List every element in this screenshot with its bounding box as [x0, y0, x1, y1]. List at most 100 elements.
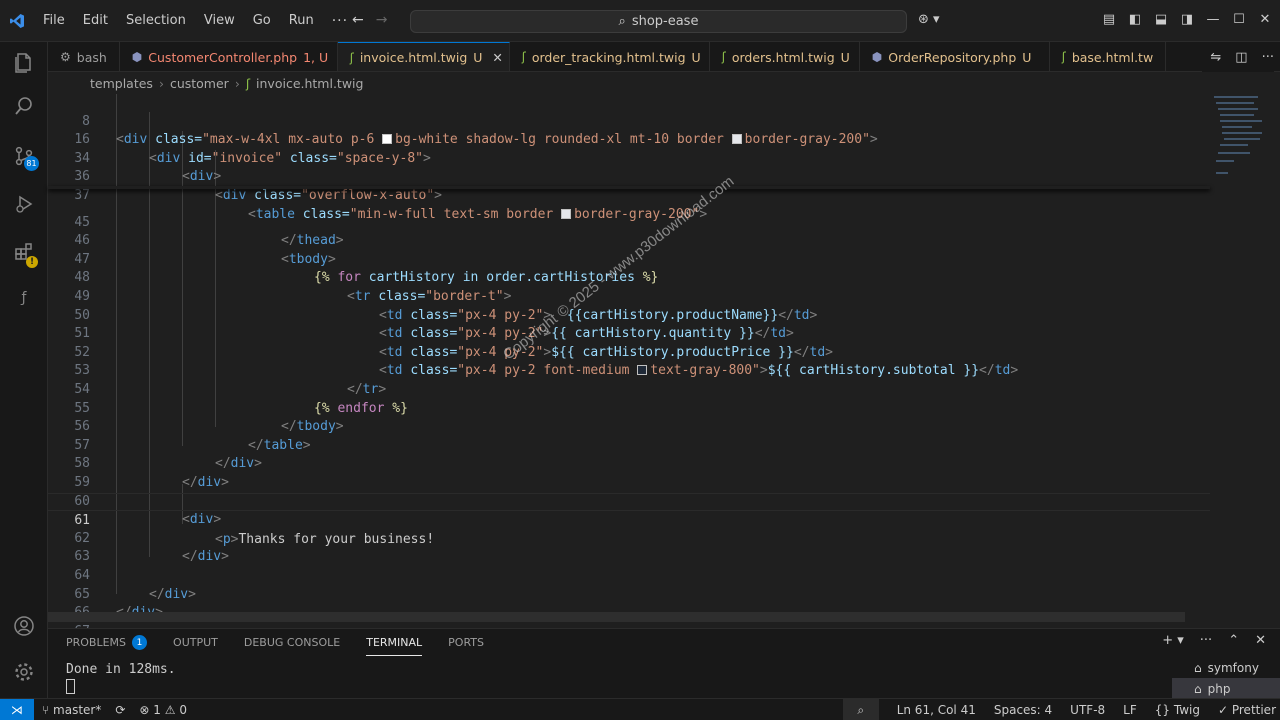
tab-bash[interactable]: ⚙ bash — [48, 42, 120, 71]
run-debug-icon[interactable] — [0, 184, 48, 224]
more-actions-icon[interactable]: ··· — [1262, 50, 1274, 65]
source-control-icon[interactable]: 81 — [0, 136, 48, 176]
braces-icon: {} — [1154, 703, 1171, 717]
tab-terminal[interactable]: TERMINAL — [366, 633, 423, 656]
back-arrow-icon[interactable]: ← — [352, 12, 364, 28]
code-editor[interactable]: 8 <div class="max-w-4xl mx-auto p-6 bg-w… — [48, 94, 1210, 657]
minimap[interactable] — [1210, 94, 1270, 194]
twig-icon: ʃ — [349, 50, 354, 65]
terminal-item-php[interactable]: ⌂ php — [1172, 678, 1280, 699]
twig-icon: ʃ — [245, 75, 251, 91]
minimap-line — [1216, 172, 1228, 174]
maximize-panel-icon[interactable]: ⌃ — [1228, 633, 1239, 648]
tab-debug-console[interactable]: DEBUG CONSOLE — [244, 633, 340, 656]
terminal-item-symfony[interactable]: ⌂ symfony — [1172, 657, 1280, 678]
toggle-panel-icon[interactable]: ⬓ — [1154, 12, 1168, 27]
tab-status: U — [691, 49, 701, 65]
toggle-sidebar-icon[interactable]: ◧ — [1128, 12, 1142, 27]
cursor-position[interactable]: Ln 61, Col 41 — [897, 703, 976, 717]
minimap-line — [1216, 160, 1234, 162]
minimap-line — [1220, 114, 1254, 116]
accounts-icon[interactable] — [0, 606, 48, 646]
sync-icon[interactable]: ⟳ — [115, 703, 125, 717]
minimap-line — [1214, 96, 1258, 98]
menu-selection[interactable]: Selection — [117, 9, 195, 32]
git-branch[interactable]: ⑂ master* — [42, 703, 101, 717]
code-line: 57 </div> — [48, 418, 1210, 472]
menu-edit[interactable]: Edit — [74, 9, 117, 32]
language-mode[interactable]: {} Twig — [1155, 703, 1200, 717]
tab-orders[interactable]: ʃ orders.html.twig U — [710, 42, 860, 71]
search-icon: ⌕ — [618, 14, 626, 29]
end-of-line[interactable]: LF — [1123, 703, 1137, 717]
tab-base[interactable]: ʃ base.html.tw — [1050, 42, 1167, 71]
code-line: 59 — [48, 455, 1210, 490]
extensions-icon[interactable]: ! — [0, 232, 48, 272]
formatter[interactable]: ✓ Prettier — [1218, 703, 1276, 717]
code-line: 64 </div> — [48, 548, 1210, 602]
tab-ports[interactable]: PORTS — [448, 633, 484, 656]
close-panel-icon[interactable]: ✕ — [1255, 633, 1266, 648]
title-actions: ▤ ◧ ⬓ ◨ — ☐ ✕ — [1102, 12, 1272, 27]
tab-invoice[interactable]: ʃ invoice.html.twig U ✕ — [337, 42, 510, 71]
remote-icon[interactable]: ⋊ — [0, 698, 34, 720]
source-control-badge: 81 — [24, 156, 39, 171]
editor-actions: ⇋ ◫ ··· — [1202, 42, 1274, 72]
command-center-search[interactable]: ⌕ shop-ease — [410, 10, 907, 33]
close-tab-icon[interactable]: ✕ — [492, 50, 502, 65]
tab-order-tracking[interactable]: ʃ order_tracking.html.twig U — [510, 42, 710, 71]
maximize-icon[interactable]: ☐ — [1232, 12, 1246, 27]
code-line: 51 <td class="px-4 py-2">${{ cartHistory… — [48, 307, 1210, 360]
tab-status: 1, U — [303, 49, 329, 65]
php-icon: ⬢ — [131, 50, 143, 64]
symfony-icon[interactable]: ƒ — [0, 278, 48, 318]
menu-run[interactable]: Run — [280, 9, 323, 32]
tab-label: OrderRepository.php — [888, 49, 1017, 65]
code-line: 60 <div> — [48, 474, 1210, 528]
new-terminal-icon[interactable]: + ▾ — [1162, 633, 1184, 648]
tab-order-repository[interactable]: ⬢ OrderRepository.php U — [860, 42, 1050, 71]
more-actions-icon[interactable]: ··· — [1200, 633, 1212, 648]
indentation[interactable]: Spaces: 4 — [994, 703, 1052, 717]
minimize-icon[interactable]: — — [1206, 12, 1220, 27]
customize-layout-icon[interactable]: ▤ — [1102, 12, 1116, 27]
problems-badge: 1 — [132, 635, 148, 650]
horizontal-scrollbar[interactable] — [48, 612, 1185, 622]
branch-name: master* — [53, 702, 102, 717]
breadcrumb-item[interactable]: invoice.html.twig — [256, 76, 363, 91]
check-icon: ✓ — [1217, 703, 1229, 717]
explorer-icon[interactable] — [0, 42, 48, 82]
breadcrumb-item[interactable]: customer — [170, 76, 229, 91]
compare-icon[interactable]: ⇋ — [1210, 50, 1221, 65]
tab-problems[interactable]: PROBLEMS 1 — [66, 633, 148, 656]
tab-customer-controller[interactable]: ⬢ CustomerController.php 1, U — [120, 42, 338, 71]
code-line: 45 </thead> — [48, 195, 1210, 249]
title-bar: File Edit Selection View Go Run ··· ← → … — [0, 0, 1280, 42]
split-editor-icon[interactable]: ◫ — [1235, 50, 1247, 65]
code-line: 34 <div> — [48, 131, 1210, 185]
zoom-icon[interactable]: ⌕ — [842, 699, 879, 720]
search-view-icon[interactable] — [0, 86, 48, 126]
tab-label: orders.html.twig — [731, 49, 835, 65]
minimap-line — [1218, 108, 1258, 110]
menu-file[interactable]: File — [34, 9, 74, 32]
menu-view[interactable]: View — [195, 9, 244, 32]
tab-label: base.html.tw — [1071, 49, 1154, 65]
vscode-logo-icon — [0, 0, 34, 42]
terminal-output[interactable]: Done in 128ms. — [66, 661, 176, 697]
close-window-icon[interactable]: ✕ — [1258, 12, 1272, 27]
code-line: 46 <tbody> — [48, 214, 1210, 267]
forward-arrow-icon[interactable]: → — [376, 12, 388, 28]
terminal-line: Done in 128ms. — [66, 662, 176, 677]
breadcrumb-item[interactable]: templates — [90, 76, 153, 91]
manage-gear-icon[interactable] — [0, 652, 48, 692]
copilot-icon[interactable]: ⊛ ▾ — [918, 12, 940, 27]
minimap-line — [1222, 132, 1262, 134]
terminal-list: ⌂ symfony ⌂ php — [1172, 657, 1280, 699]
menu-go[interactable]: Go — [244, 9, 280, 32]
problems-summary[interactable]: ⊗ 1 ⚠ 0 — [139, 703, 187, 717]
tab-output[interactable]: OUTPUT — [173, 633, 218, 656]
encoding[interactable]: UTF-8 — [1070, 703, 1105, 717]
panel-actions: + ▾ ··· ⌃ ✕ — [1162, 633, 1266, 648]
toggle-secondary-sidebar-icon[interactable]: ◨ — [1180, 12, 1194, 27]
